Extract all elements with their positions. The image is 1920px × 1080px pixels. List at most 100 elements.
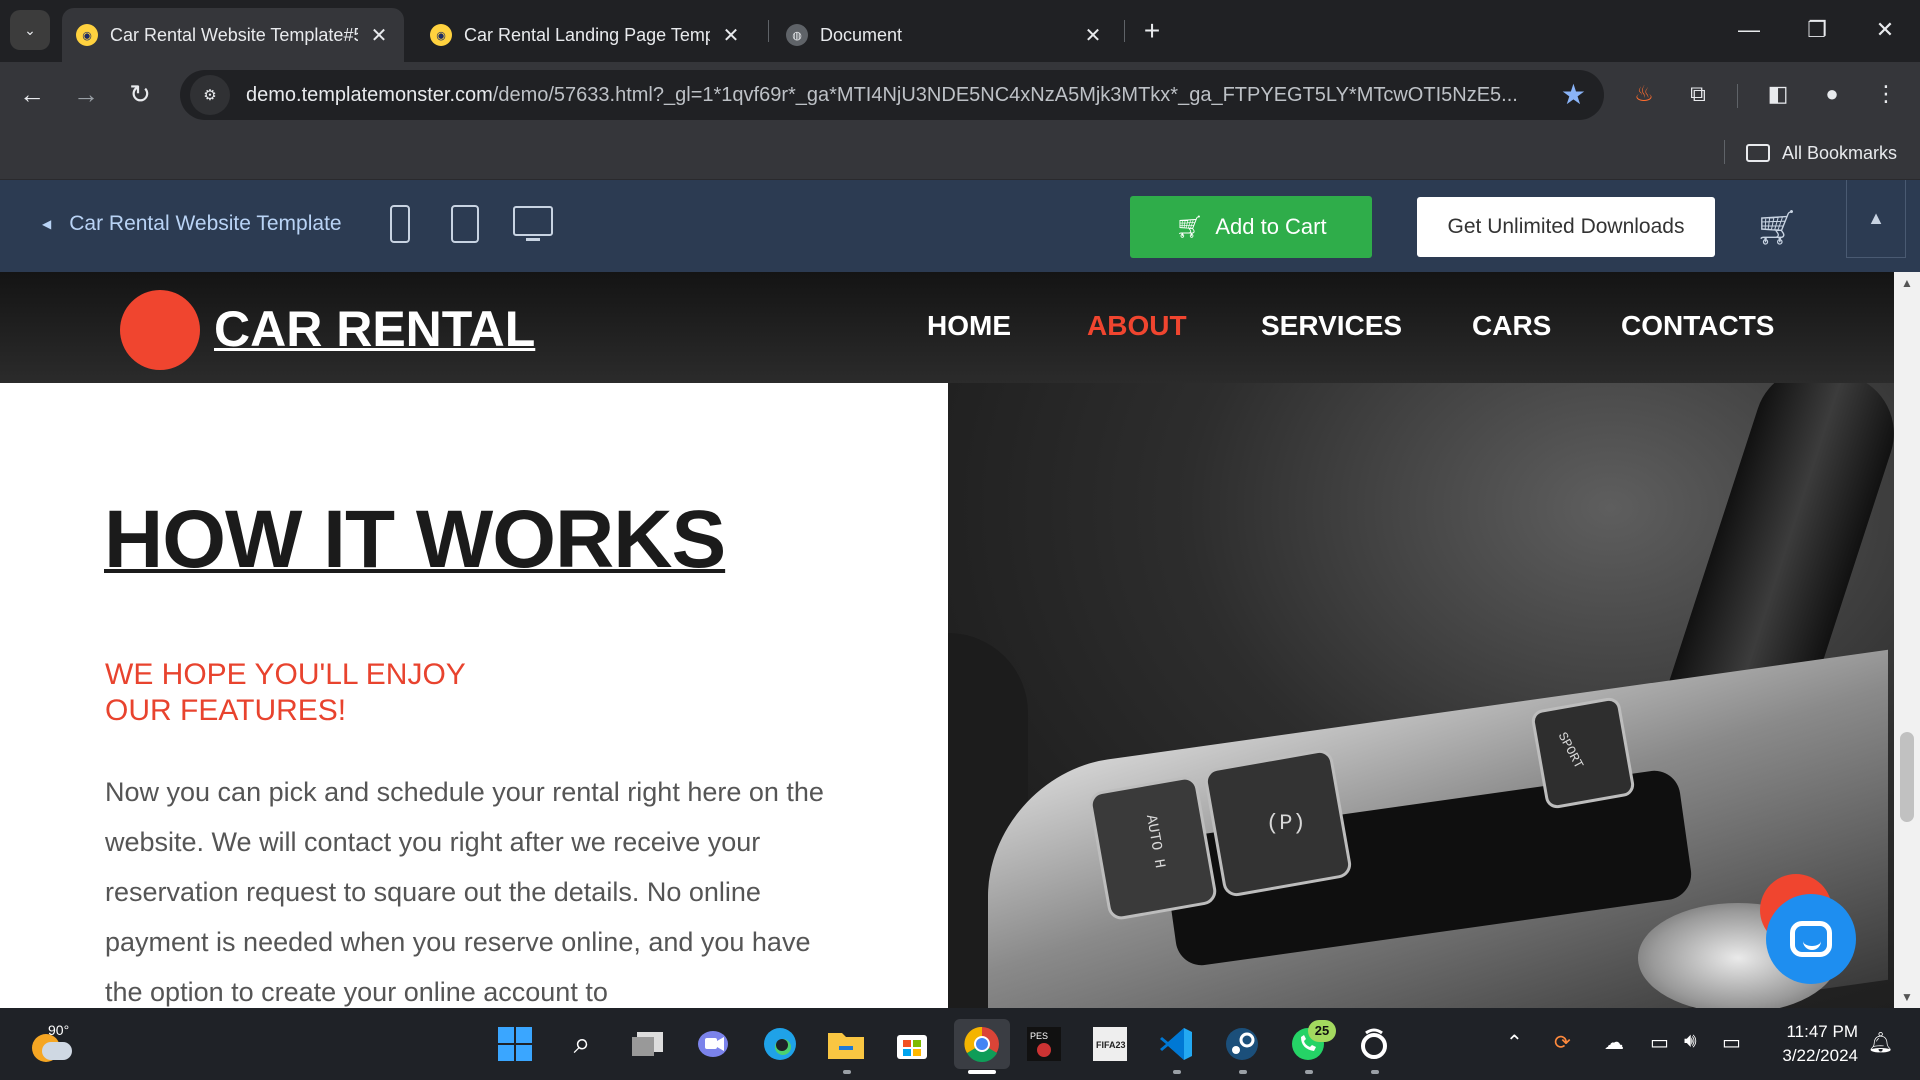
nav-cars[interactable]: CARS <box>1472 310 1551 342</box>
running-indicator <box>1305 1070 1313 1074</box>
back-to-template-link[interactable]: ◀ Car Rental Website Template <box>42 212 342 236</box>
page-scrollbar[interactable]: ▲ ▼ <box>1894 272 1920 1008</box>
svg-text:PES: PES <box>1030 1031 1048 1041</box>
sync-icon[interactable]: ⟳ <box>1554 1030 1571 1055</box>
close-window-button[interactable]: ✕ <box>1860 10 1910 50</box>
flame-extension-icon[interactable]: ♨ <box>1624 74 1664 114</box>
back-button[interactable]: ← <box>12 74 52 114</box>
opera-gx-glyph <box>1361 1028 1387 1059</box>
notification-bell-icon[interactable]: 🔔︎ <box>1868 1030 1893 1055</box>
nav-contacts[interactable]: CONTACTS <box>1621 310 1774 342</box>
add-to-cart-label: Add to Cart <box>1215 214 1327 239</box>
templatemonster-favicon-icon: ◉ <box>76 24 98 46</box>
bookmarks-separator <box>1724 140 1725 164</box>
desktop-stand <box>526 238 540 241</box>
vscode-glyph <box>1160 1028 1192 1060</box>
store-glyph <box>897 1035 927 1059</box>
close-icon[interactable]: ✕ <box>720 23 742 48</box>
address-bar[interactable]: ⚙ demo.templatemonster.com/demo/57633.ht… <box>180 70 1604 120</box>
volume-icon[interactable]: 🔊︎ <box>1684 1030 1697 1053</box>
windows-logo-icon <box>498 1027 532 1061</box>
windows-taskbar: 90° ⌕ PES FIFA23 25 ⌃ ⟳ ☁ ▭ 🔊︎ ▭ 11:47 P… <box>0 1008 1920 1080</box>
tab-document[interactable]: ◍ Document ✕ <box>772 8 1118 62</box>
battery-icon[interactable]: ▭ <box>1722 1030 1741 1055</box>
opera-gx-icon[interactable] <box>1352 1022 1396 1066</box>
all-bookmarks-label: All Bookmarks <box>1782 142 1898 163</box>
scrollbar-thumb[interactable] <box>1900 732 1914 822</box>
bookmark-star-icon[interactable]: ★ <box>1561 78 1586 111</box>
toolbar-separator <box>1737 84 1738 108</box>
section-body-text: Now you can pick and schedule your renta… <box>105 777 824 1007</box>
restore-button[interactable]: ❐ <box>1792 10 1842 50</box>
system-clock[interactable]: 11:47 PM 3/22/2024 <box>1758 1020 1858 1068</box>
menu-kebab-icon[interactable]: ⋮ <box>1866 74 1906 114</box>
microsoft-store-icon[interactable] <box>890 1022 934 1066</box>
onedrive-cloud-icon[interactable]: ☁ <box>1604 1030 1624 1055</box>
close-icon[interactable]: ✕ <box>368 23 390 48</box>
network-icon[interactable]: ▭ <box>1650 1030 1669 1055</box>
tab-search-button[interactable]: ⌄ <box>10 10 50 50</box>
clock-date: 3/22/2024 <box>1782 1046 1858 1065</box>
clock-time: 11:47 PM <box>1786 1022 1858 1041</box>
folder-glyph <box>828 1033 864 1059</box>
desktop-view-icon[interactable] <box>513 206 553 236</box>
close-icon[interactable]: ✕ <box>1082 23 1104 48</box>
task-view-icon[interactable] <box>626 1022 670 1066</box>
forward-button[interactable]: → <box>66 74 106 114</box>
teams-glyph <box>698 1031 728 1057</box>
active-indicator <box>968 1070 996 1074</box>
templatemonster-favicon-icon: ◉ <box>430 24 452 46</box>
site-info-icon[interactable]: ⚙ <box>190 75 230 115</box>
start-button[interactable] <box>493 1022 537 1066</box>
arrow-right-icon: → <box>73 79 99 109</box>
scroll-down-arrow-icon[interactable]: ▼ <box>1894 990 1920 1004</box>
bookmarks-bar: All Bookmarks <box>0 126 1920 180</box>
cloud-icon <box>42 1042 72 1060</box>
tab-car-rental-landing[interactable]: ◉ Car Rental Landing Page Templa ✕ <box>416 8 756 62</box>
show-hidden-icons-chevron-icon[interactable]: ⌃ <box>1506 1030 1523 1055</box>
pes-game-icon[interactable]: PES <box>1022 1022 1066 1066</box>
fifa-game-icon[interactable]: FIFA23 <box>1088 1022 1132 1066</box>
caret-left-icon: ◀ <box>42 217 52 231</box>
browser-toolbar: ← → ↻ ⚙ demo.templatemonster.com/demo/57… <box>0 62 1920 126</box>
edge-icon[interactable] <box>758 1022 802 1066</box>
scroll-up-arrow-icon[interactable]: ▲ <box>1894 276 1920 290</box>
collapse-bar-button[interactable]: ▲ <box>1846 180 1906 258</box>
side-panel-icon[interactable]: ◧ <box>1758 74 1798 114</box>
caret-up-icon: ▲ <box>1867 208 1885 228</box>
nav-home[interactable]: HOME <box>927 310 1011 342</box>
teams-icon[interactable] <box>692 1022 736 1066</box>
reload-button[interactable]: ↻ <box>120 74 160 114</box>
url-path: /demo/57633.html?_gl=1*1qvf69r*_ga*MTI4N… <box>492 83 1518 106</box>
live-chat-button[interactable] <box>1766 894 1856 984</box>
subheading-line-1: WE HOPE YOU'LL ENJOY <box>105 658 466 691</box>
add-to-cart-button[interactable]: 🛒︎ Add to Cart <box>1130 196 1372 258</box>
minimize-button[interactable]: — <box>1724 10 1774 50</box>
file-explorer-icon[interactable] <box>824 1022 868 1066</box>
nav-about[interactable]: ABOUT <box>1087 310 1187 342</box>
chrome-icon[interactable] <box>954 1019 1010 1069</box>
website-viewport: CAR RENTAL HOME ABOUT SERVICES CARS CONT… <box>0 272 1894 1008</box>
running-indicator <box>1371 1070 1379 1074</box>
extensions-icon[interactable]: ⧉ <box>1678 74 1718 114</box>
vscode-icon[interactable] <box>1154 1022 1198 1066</box>
nav-services[interactable]: SERVICES <box>1261 310 1402 342</box>
steam-icon[interactable] <box>1220 1022 1264 1066</box>
tab-car-rental-template[interactable]: ◉ Car Rental Website Template#5 ✕ <box>62 8 404 62</box>
search-icon[interactable]: ⌕ <box>560 1022 604 1066</box>
shopping-cart-icon[interactable]: 🛒︎ <box>1755 208 1798 248</box>
new-tab-button[interactable]: + <box>1135 14 1169 48</box>
url-text[interactable]: demo.templatemonster.com/demo/57633.html… <box>246 84 1546 107</box>
svg-text:FIFA23: FIFA23 <box>1096 1040 1126 1050</box>
phone-view-icon[interactable] <box>390 205 410 243</box>
get-unlimited-downloads-button[interactable]: Get Unlimited Downloads <box>1417 197 1715 257</box>
task-view-glyph <box>632 1032 663 1056</box>
tab-title: Document <box>820 24 903 45</box>
template-demo-bar: ◀ Car Rental Website Template 🛒︎ Add to … <box>0 180 1920 272</box>
edge-glyph <box>764 1028 796 1060</box>
profile-icon[interactable]: ● <box>1812 74 1852 114</box>
all-bookmarks-button[interactable]: All Bookmarks <box>1746 140 1897 166</box>
site-logo[interactable]: CAR RENTAL <box>214 300 535 358</box>
chrome-glyph <box>964 1026 999 1062</box>
tablet-view-icon[interactable] <box>451 205 479 243</box>
